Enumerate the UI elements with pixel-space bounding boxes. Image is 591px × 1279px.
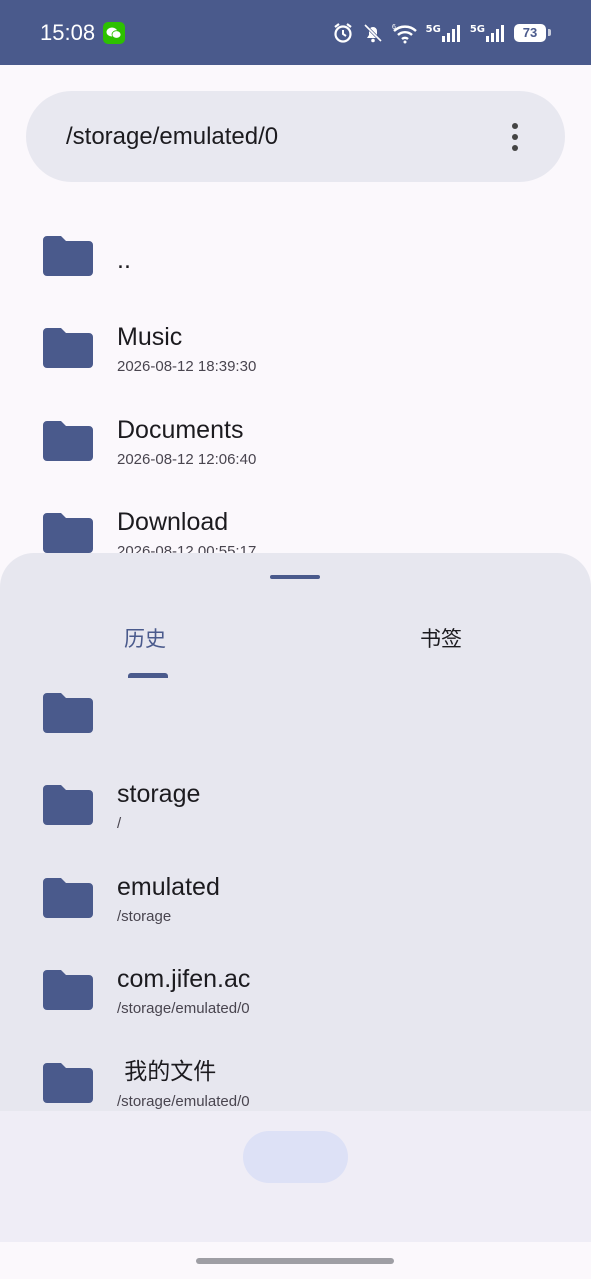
history-path: /storage bbox=[117, 907, 172, 925]
network-label-1: 5G bbox=[425, 23, 441, 35]
drag-handle[interactable] bbox=[270, 575, 320, 579]
folder-icon bbox=[43, 236, 93, 276]
history-path: /storage/emulated/0 bbox=[117, 999, 250, 1017]
file-name: Documents bbox=[117, 415, 244, 444]
file-date: 2026-08-12 12:06:40 bbox=[117, 450, 257, 468]
folder-icon bbox=[43, 785, 93, 825]
file-name: .. bbox=[117, 246, 131, 274]
folder-icon bbox=[43, 878, 93, 918]
home-indicator[interactable] bbox=[196, 1258, 394, 1264]
history-name: 我的文件 bbox=[117, 1058, 217, 1085]
action-button[interactable] bbox=[243, 1131, 348, 1183]
current-path[interactable]: /storage/emulated/0 bbox=[66, 123, 278, 151]
svg-text:6: 6 bbox=[392, 24, 396, 31]
more-options-button[interactable] bbox=[505, 117, 525, 157]
folder-icon bbox=[43, 328, 93, 368]
signal-5g-icon-1: 5G bbox=[426, 24, 462, 42]
battery-icon: 73 bbox=[514, 23, 551, 42]
history-row[interactable]: 我的文件 /storage/emulated/0 bbox=[0, 1037, 591, 1111]
file-date: 2026-08-12 18:39:30 bbox=[117, 357, 257, 375]
folder-icon bbox=[43, 1063, 93, 1103]
history-bookmark-sheet: 历史 书签 storage / emulated /storage com.ji… bbox=[0, 553, 591, 1111]
tab-history[interactable]: 历史 bbox=[124, 623, 166, 659]
history-row[interactable]: com.jifen.ac /storage/emulated/0 bbox=[0, 944, 591, 1036]
status-time: 15:08 bbox=[40, 19, 96, 45]
history-path: /storage/emulated/0 bbox=[117, 1092, 250, 1110]
alarm-icon bbox=[332, 22, 354, 44]
wechat-icon bbox=[103, 21, 126, 44]
more-dot bbox=[512, 133, 518, 140]
history-row[interactable]: storage / bbox=[0, 759, 591, 851]
history-row[interactable] bbox=[0, 667, 591, 759]
bottom-action-area bbox=[0, 1111, 591, 1242]
file-name: Music bbox=[117, 322, 183, 351]
file-row[interactable]: Music 2026-08-12 18:39:30 bbox=[0, 302, 591, 394]
network-label-2: 5G bbox=[469, 23, 485, 35]
navigation-bar bbox=[0, 1242, 591, 1279]
file-row-parent[interactable]: .. bbox=[0, 210, 591, 302]
more-dot bbox=[512, 144, 518, 151]
history-path: / bbox=[117, 814, 122, 832]
path-bar[interactable]: /storage/emulated/0 bbox=[26, 91, 565, 182]
history-name: storage bbox=[117, 779, 201, 808]
signal-5g-icon-2: 5G bbox=[470, 24, 506, 42]
folder-icon bbox=[43, 513, 93, 553]
folder-icon bbox=[43, 970, 93, 1010]
history-name: com.jifen.ac bbox=[117, 964, 251, 993]
file-row[interactable]: Documents 2026-08-12 12:06:40 bbox=[0, 395, 591, 487]
folder-icon bbox=[43, 421, 93, 461]
wifi-icon: 6 bbox=[392, 22, 418, 44]
history-name: emulated bbox=[117, 872, 220, 901]
file-name: Download bbox=[117, 507, 229, 536]
more-dot bbox=[512, 122, 518, 129]
history-row[interactable]: emulated /storage bbox=[0, 852, 591, 944]
status-bar: 15:08 6 5G 5G 73 bbox=[0, 0, 591, 65]
folder-icon bbox=[43, 693, 93, 733]
mute-bell-icon bbox=[362, 22, 384, 44]
tab-bookmarks[interactable]: 书签 bbox=[420, 623, 462, 659]
battery-level: 73 bbox=[514, 23, 546, 42]
